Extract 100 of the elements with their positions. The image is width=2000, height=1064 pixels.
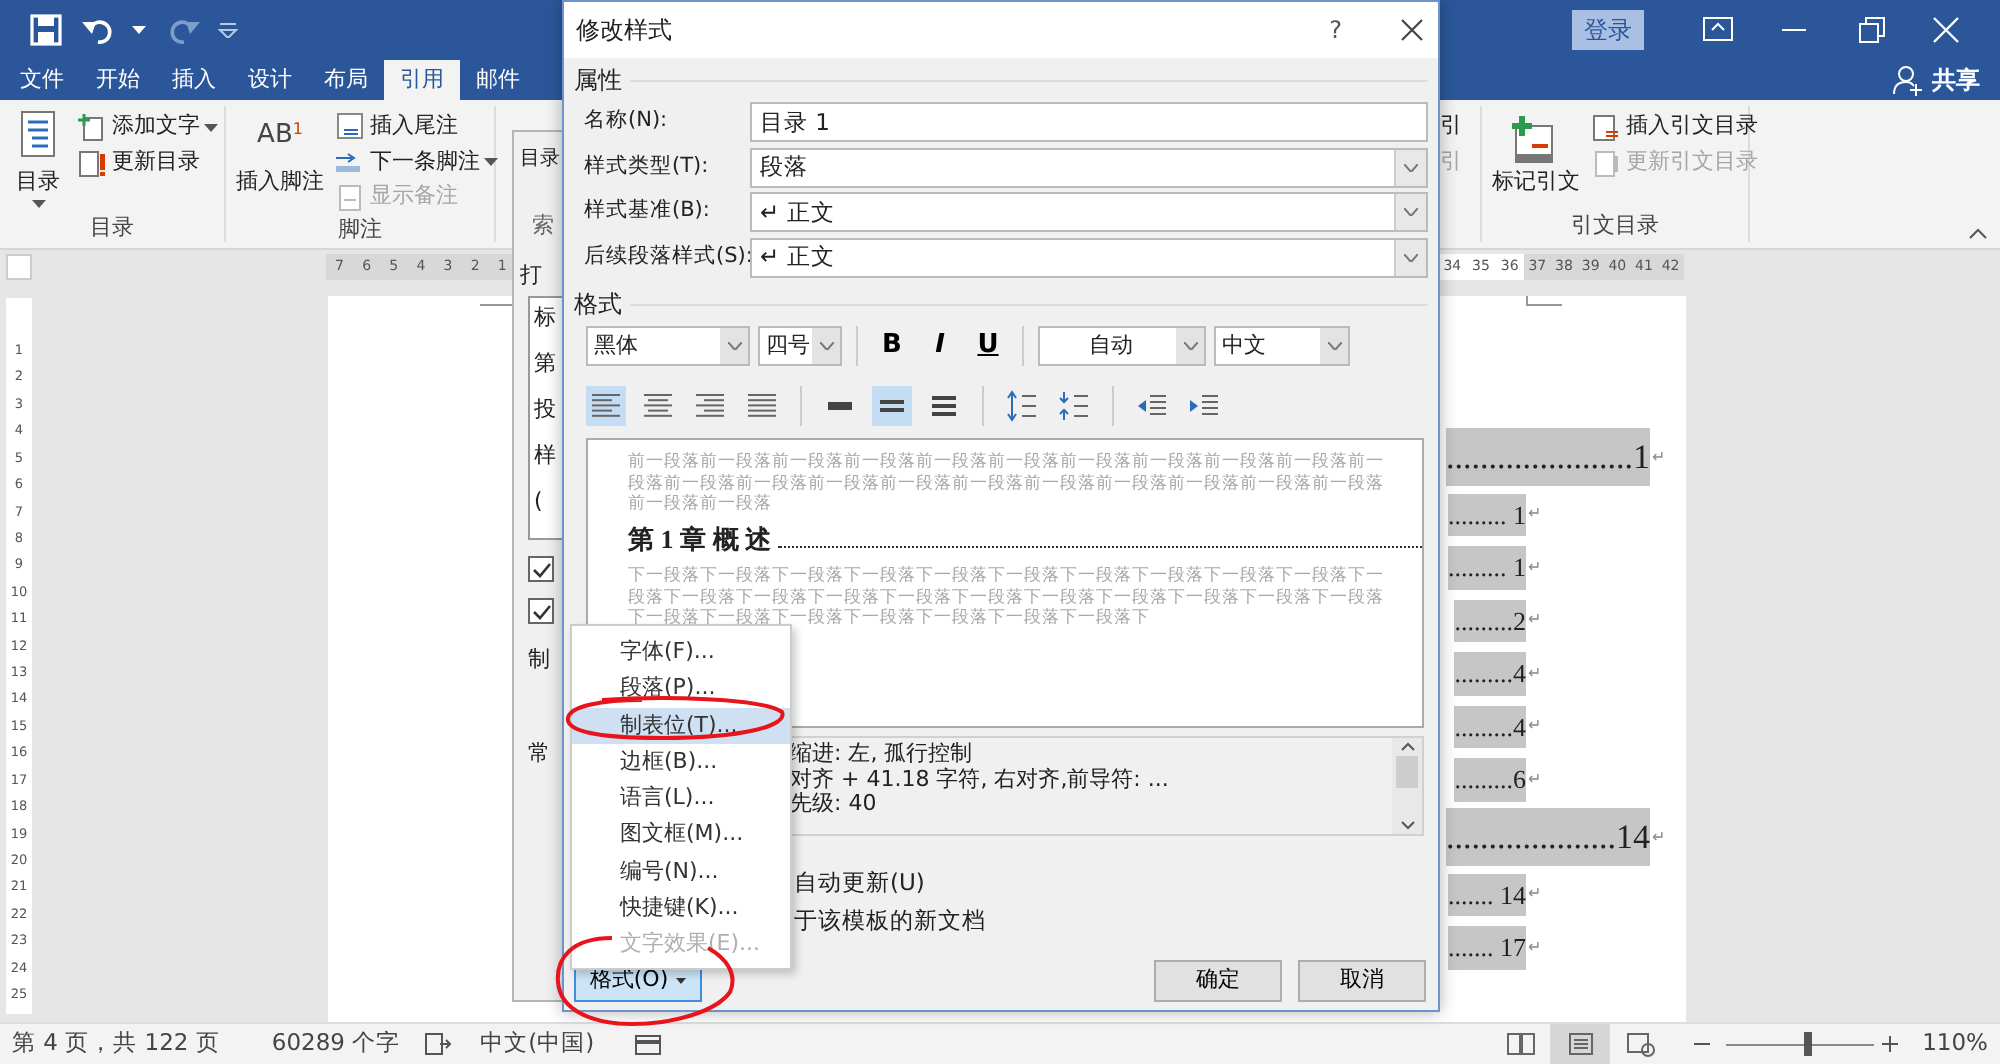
toc-entry[interactable]: ......... 1 bbox=[1448, 546, 1526, 589]
menu-item[interactable]: 边框(B)... bbox=[572, 743, 790, 781]
ribbon-button[interactable]: 标记引文 bbox=[1488, 106, 1584, 210]
scrollbar[interactable] bbox=[1392, 738, 1422, 834]
zoom-level[interactable]: 110% bbox=[1922, 1026, 1988, 1062]
ribbon-button[interactable]: 插入尾注 bbox=[334, 110, 498, 144]
menu-item[interactable]: 语言(L)... bbox=[572, 780, 790, 817]
paragraph-mark: ↵ bbox=[1528, 555, 1542, 580]
ribbon-button[interactable]: 插入引文目录 bbox=[1590, 110, 1758, 144]
ribbon-button[interactable]: 引 bbox=[1440, 110, 1462, 144]
ribbon-tab[interactable]: 邮件 bbox=[460, 60, 536, 100]
ok-button[interactable]: 确定 bbox=[1154, 960, 1282, 1002]
ribbon-tab[interactable]: 开始 bbox=[80, 60, 156, 100]
close-icon[interactable] bbox=[1398, 16, 1426, 44]
collapse-icon[interactable] bbox=[1968, 228, 1988, 240]
proofing-icon[interactable] bbox=[424, 1032, 453, 1056]
ribbon-button[interactable]: 更新目录 bbox=[76, 146, 218, 180]
dialog-tab[interactable]: 索 bbox=[532, 210, 554, 243]
update-page-icon bbox=[76, 147, 108, 179]
ribbon-tab[interactable]: 引用 bbox=[384, 60, 460, 100]
checkbox[interactable] bbox=[528, 556, 554, 582]
toc-entry[interactable]: .........6 bbox=[1454, 758, 1526, 801]
read-mode-icon bbox=[1505, 1030, 1536, 1058]
macro-icon[interactable] bbox=[634, 1032, 663, 1056]
toc-entry[interactable]: ......................1 bbox=[1446, 427, 1650, 487]
menu-item[interactable]: 图文框(M)... bbox=[572, 816, 790, 854]
dropdown-field[interactable]: ↵ 正文 bbox=[750, 192, 1428, 233]
align-button[interactable] bbox=[586, 386, 626, 426]
input-field[interactable]: 目录 1 bbox=[750, 102, 1428, 143]
ribbon-button[interactable]: 下一条脚注 bbox=[334, 145, 498, 179]
description-text: 先级: 40 bbox=[790, 792, 877, 817]
list-item[interactable]: 第 bbox=[534, 348, 556, 394]
save-icon[interactable] bbox=[28, 12, 64, 48]
help-button[interactable]: ? bbox=[1329, 12, 1342, 48]
paragraph-mark: ↵ bbox=[1528, 714, 1542, 739]
list-item[interactable]: 样 bbox=[534, 440, 556, 486]
ribbon-tab[interactable]: 布局 bbox=[308, 60, 384, 100]
caret-icon bbox=[1404, 253, 1418, 262]
list-box[interactable]: 标 第 投 样 ( bbox=[528, 296, 562, 540]
caret-icon bbox=[484, 158, 498, 166]
toc-entry[interactable]: .........4 bbox=[1454, 705, 1526, 748]
toc-entry[interactable]: ......... 1 bbox=[1448, 493, 1526, 536]
line-spacing-button[interactable] bbox=[872, 386, 912, 426]
toc-entry[interactable]: ....... 14 bbox=[1448, 873, 1526, 916]
section-heading: 格式 bbox=[574, 288, 622, 322]
ribbon-button[interactable]: AB$^{1}$ 插入脚注 bbox=[232, 106, 328, 214]
sign-in-button[interactable]: 登录 bbox=[1572, 10, 1644, 50]
zoom-in-icon[interactable] bbox=[1882, 1036, 1899, 1052]
format-button[interactable]: B bbox=[872, 326, 912, 366]
paragraph-mark: ↵ bbox=[1652, 825, 1666, 849]
customize-icon[interactable] bbox=[218, 22, 238, 38]
checkbox[interactable] bbox=[528, 598, 554, 624]
page-count[interactable]: 第 4 页，共 122 页 bbox=[12, 1026, 220, 1062]
format-button[interactable]: I bbox=[920, 326, 960, 366]
line-spacing-icon bbox=[828, 402, 852, 410]
ribbon-tab[interactable]: 文件 bbox=[4, 60, 80, 100]
word-count[interactable]: 60289 个字 bbox=[271, 1026, 401, 1062]
toc-entry[interactable]: .........2 bbox=[1454, 599, 1526, 642]
format-button[interactable]: U bbox=[968, 326, 1008, 366]
ribbon-button[interactable]: 添加文字 bbox=[76, 110, 218, 144]
option-label[interactable]: 自动更新(U) bbox=[794, 864, 925, 902]
menu-item[interactable]: 快捷键(K)... bbox=[572, 890, 790, 927]
label-text: 常 bbox=[528, 737, 550, 769]
zoom-slider[interactable] bbox=[1726, 1032, 1875, 1056]
paragraph-mark: ↵ bbox=[1528, 882, 1542, 907]
paragraph-spacing-button[interactable] bbox=[1002, 386, 1042, 426]
toc-entry[interactable]: ....................14 bbox=[1446, 807, 1650, 867]
person-icon[interactable] bbox=[1892, 64, 1924, 96]
caret-icon bbox=[676, 978, 687, 984]
scroll-down-icon[interactable] bbox=[1399, 820, 1415, 830]
dropdown-field[interactable]: ↵ 正文 bbox=[750, 237, 1428, 278]
menu-item[interactable]: 编号(N)... bbox=[572, 853, 790, 891]
spacing-icon bbox=[1004, 388, 1040, 424]
preview-text: 前一段落前一段落前一段落前一段落前一段落前一段落前一段落前一段落前一段落前一段落前一段落前一段落前一段落前一段落前一段落前一段落前一段落前一段落前一段落前一段落前一段落前一段落前一段落 bbox=[628, 452, 1386, 515]
color-dropdown[interactable]: 自动 bbox=[1038, 326, 1206, 366]
font-dropdown[interactable]: 黑体 bbox=[586, 326, 750, 366]
language-indicator[interactable]: 中文(中国) bbox=[480, 1026, 595, 1062]
size-dropdown[interactable]: 四号 bbox=[758, 326, 842, 366]
cancel-button[interactable]: 取消 bbox=[1298, 960, 1426, 1002]
list-item[interactable]: 投 bbox=[534, 394, 556, 440]
menu-item[interactable]: 段落(P)... bbox=[572, 670, 790, 708]
page-icon bbox=[334, 110, 366, 143]
label-text: 制 bbox=[528, 644, 550, 676]
share-button[interactable]: 共享 bbox=[1932, 62, 1980, 98]
list-item[interactable]: 标 bbox=[534, 302, 556, 348]
slider-thumb[interactable] bbox=[1803, 1032, 1812, 1056]
ribbon-button[interactable]: 目录 bbox=[6, 106, 70, 211]
ribbon-tab[interactable]: 插入 bbox=[156, 60, 232, 100]
toc-entry[interactable]: ....... 17 bbox=[1448, 926, 1526, 969]
dropdown-field[interactable]: 段落 bbox=[750, 147, 1428, 188]
list-item[interactable]: ( bbox=[534, 486, 543, 532]
menu-item[interactable]: 字体(F)... bbox=[572, 634, 790, 671]
paragraph-spacing-button[interactable] bbox=[1054, 386, 1094, 426]
view-button[interactable] bbox=[1550, 1024, 1611, 1064]
toc-entry[interactable]: .........4 bbox=[1454, 652, 1526, 695]
ribbon-tab[interactable]: 设计 bbox=[232, 60, 308, 100]
option-label[interactable]: 于该模板的新文档 bbox=[794, 902, 986, 940]
close-icon[interactable] bbox=[1928, 12, 1964, 48]
language-dropdown[interactable]: 中文 bbox=[1214, 326, 1350, 366]
scroll-up-icon[interactable] bbox=[1399, 742, 1415, 752]
